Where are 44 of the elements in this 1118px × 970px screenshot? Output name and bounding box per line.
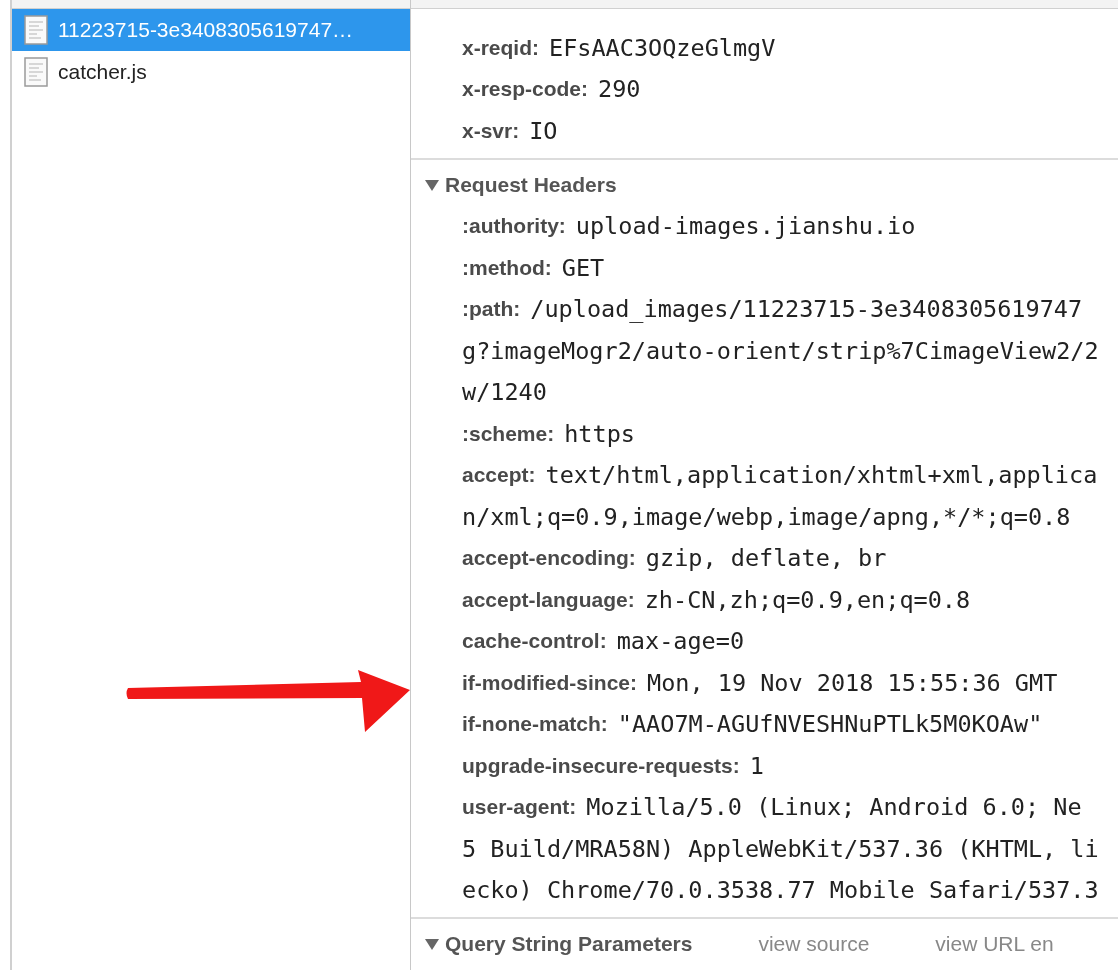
- header-name: if-none-match:: [462, 712, 608, 737]
- header-value: 5 Build/MRA58N) AppleWebKit/537.36 (KHTML, li: [462, 834, 1099, 863]
- section-title[interactable]: Query String Parameters: [445, 932, 693, 956]
- header-name: :method:: [462, 255, 552, 280]
- header-value: gzip, deflate, br: [645, 544, 887, 573]
- header-name: accept-language:: [462, 587, 635, 612]
- header-value: IO: [529, 116, 558, 145]
- file-icon: [24, 15, 48, 45]
- file-item[interactable]: catcher.js: [12, 51, 410, 93]
- toggle-link[interactable]: view source: [758, 932, 870, 956]
- header-value: ecko) Chrome/70.0.3538.77 Mobile Safari/537.3: [462, 876, 1099, 905]
- header-value: zh-CN,zh;q=0.9,en;q=0.8: [644, 585, 971, 614]
- header-name: upgrade-insecure-requests:: [462, 753, 740, 778]
- header-value: 290: [598, 75, 641, 104]
- header-value: max-age=0: [616, 627, 745, 656]
- header-value: Mon, 19 Nov 2018 15:55:36 GMT: [647, 668, 1058, 697]
- header-value: n/xml;q=0.9,image/webp,image/apng,*/*;q=0.8: [462, 502, 1071, 531]
- header-name: :path:: [462, 297, 521, 322]
- header-name: x-resp-code:: [462, 77, 589, 102]
- header-name: x-svr:: [462, 118, 520, 143]
- header-value: GET: [561, 253, 605, 282]
- header-value: Mozilla/5.0 (Linux; Android 6.0; Ne: [586, 793, 1082, 822]
- header-value: EFsAAC3OQzeGlmgV: [549, 33, 776, 62]
- disclosure-triangle-icon[interactable]: [425, 938, 439, 950]
- header-value: 1: [749, 751, 764, 780]
- header-name: if-modified-since:: [462, 670, 637, 695]
- header-name: accept:: [462, 463, 536, 488]
- header-value: g?imageMogr2/auto-orient/strip%7CimageView2/2: [462, 336, 1099, 365]
- toggle-link[interactable]: view URL en: [935, 932, 1054, 956]
- header-name: user-agent:: [462, 795, 577, 820]
- section-title[interactable]: Request Headers: [445, 172, 617, 197]
- header-value: https: [564, 419, 635, 448]
- disclosure-triangle-icon[interactable]: [425, 178, 439, 191]
- header-value: upload-images.jianshu.io: [575, 212, 916, 241]
- file-icon: [24, 57, 48, 87]
- header-value: /upload_images/11223715-3e3408305619747: [530, 295, 1083, 324]
- header-name: cache-control:: [462, 629, 607, 654]
- header-value: "AAO7M-AGUfNVESHNuPTLk5M0KOAw": [617, 710, 1043, 739]
- header-name: x-reqid:: [462, 35, 539, 60]
- header-name: :scheme:: [462, 421, 555, 446]
- header-value: text/html,application/xhtml+xml,applica: [545, 461, 1098, 490]
- header-name: :authority:: [462, 214, 566, 239]
- header-value: w/1240: [462, 378, 547, 407]
- header-name: accept-encoding:: [462, 546, 636, 571]
